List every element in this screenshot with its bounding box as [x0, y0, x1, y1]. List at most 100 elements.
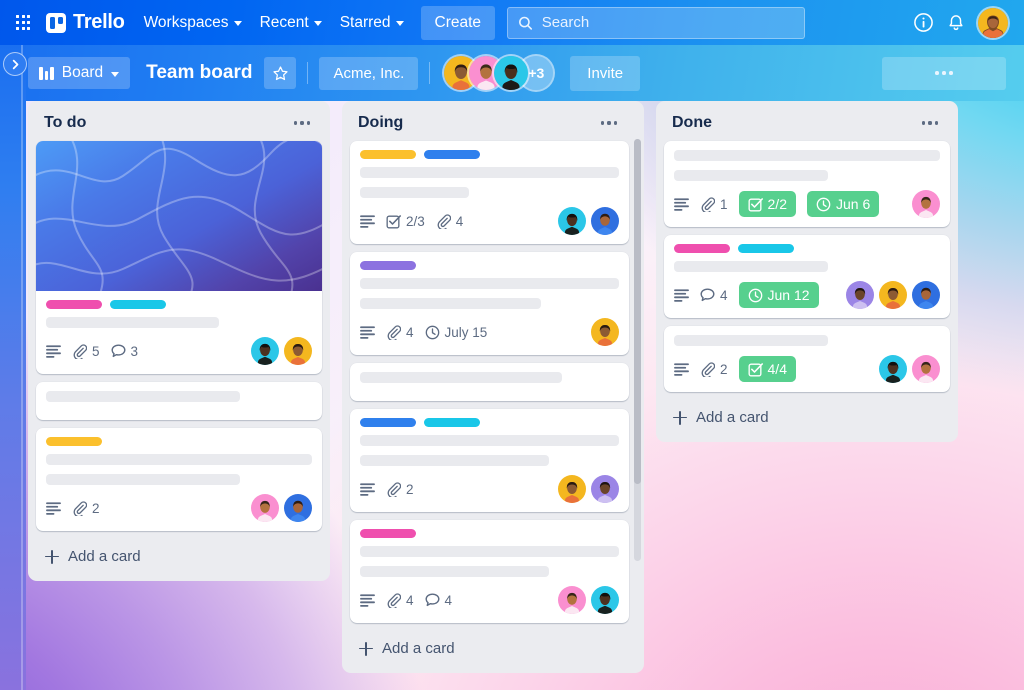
card-label[interactable]: [46, 437, 102, 446]
card-badge-description[interactable]: [360, 482, 375, 496]
nav-workspaces[interactable]: Workspaces: [135, 8, 251, 38]
card-body: 1 2/2 Jun 6: [664, 141, 950, 227]
add-card-button[interactable]: Add a card: [664, 397, 950, 437]
info-circle-icon[interactable]: [913, 12, 934, 33]
card-label[interactable]: [46, 300, 102, 309]
list-title[interactable]: Done: [672, 114, 712, 132]
assignee-avatar[interactable]: [591, 586, 619, 614]
assignee-avatar[interactable]: [284, 337, 312, 365]
card-badge-description[interactable]: [46, 344, 61, 358]
add-card-button[interactable]: Add a card: [36, 536, 322, 576]
card-label[interactable]: [360, 418, 416, 427]
card-label[interactable]: [360, 150, 416, 159]
assignee-avatar[interactable]: [591, 318, 619, 346]
board-view-selector[interactable]: Board: [28, 57, 131, 89]
assignee-avatar[interactable]: [912, 355, 940, 383]
card-label[interactable]: [360, 529, 416, 538]
search-input[interactable]: [541, 14, 795, 31]
add-card-button[interactable]: Add a card: [350, 628, 629, 668]
list-menu-button[interactable]: [918, 117, 942, 128]
list-menu-button[interactable]: [290, 117, 314, 128]
assignee-avatar[interactable]: [558, 475, 586, 503]
card-badge-attachment[interactable]: 2: [72, 501, 100, 516]
workspace-name-chip[interactable]: Acme, Inc.: [319, 56, 419, 90]
list-title[interactable]: Doing: [358, 114, 403, 132]
card-badge-comment[interactable]: 4: [700, 288, 728, 303]
card-badge-comment[interactable]: 3: [111, 344, 138, 359]
assignee-avatar[interactable]: [284, 494, 312, 522]
header-divider: [307, 62, 309, 84]
card-badge-description[interactable]: [674, 288, 689, 302]
card-badge-description[interactable]: [360, 593, 375, 607]
assignee-avatar[interactable]: [912, 190, 940, 218]
card-badge-attachment[interactable]: 4: [436, 214, 463, 229]
list-menu-button[interactable]: [597, 117, 621, 128]
assignee-avatar[interactable]: [591, 475, 619, 503]
card-footer: 1 2/2 Jun 6: [674, 190, 940, 218]
card-badge-description[interactable]: [360, 214, 375, 228]
card-badge-description[interactable]: [46, 501, 61, 515]
nav-recent[interactable]: Recent: [251, 8, 331, 38]
assignee-avatar[interactable]: [251, 494, 279, 522]
card-label[interactable]: [738, 244, 794, 253]
assignee-avatar[interactable]: [558, 586, 586, 614]
card-badge-attachment[interactable]: 4: [386, 325, 414, 340]
card-badge-comment[interactable]: 4: [425, 593, 452, 608]
assignee-avatar[interactable]: [558, 207, 586, 235]
card-badge-checklist[interactable]: 2/2: [738, 191, 796, 217]
card-badge-attachment[interactable]: 1: [700, 197, 728, 212]
card-assignees: [591, 318, 619, 346]
card-badge-attachment[interactable]: 5: [72, 344, 100, 359]
assignee-avatar[interactable]: [846, 281, 874, 309]
invite-button[interactable]: Invite: [570, 55, 641, 91]
nav-starred[interactable]: Starred: [331, 8, 413, 38]
board-card[interactable]: 5 3: [36, 141, 322, 374]
assignee-avatar[interactable]: [912, 281, 940, 309]
star-board-button[interactable]: [264, 57, 297, 89]
account-avatar[interactable]: [978, 7, 1008, 38]
card-assignees: [251, 494, 312, 522]
list-scrollbar[interactable]: [634, 139, 641, 561]
assignee-avatar[interactable]: [591, 207, 619, 235]
card-badge-description[interactable]: [674, 197, 689, 211]
board-card[interactable]: 2/3 4: [350, 141, 629, 244]
card-badge-clock[interactable]: Jun 12: [738, 282, 819, 308]
board-card[interactable]: 4 July 15: [350, 252, 629, 355]
card-badge-checklist[interactable]: 4/4: [738, 356, 796, 382]
card-badge-description[interactable]: [360, 325, 375, 339]
create-button[interactable]: Create: [420, 5, 496, 40]
search-box[interactable]: [507, 6, 806, 39]
card-badge-attachment[interactable]: 2: [700, 362, 728, 377]
board-card[interactable]: 2: [350, 409, 629, 512]
checklist-icon: [386, 214, 401, 229]
board-card[interactable]: 4 Jun 12: [664, 235, 950, 318]
board-card[interactable]: 2: [36, 428, 322, 531]
card-label[interactable]: [360, 261, 416, 270]
card-badge-attachment[interactable]: 2: [386, 482, 414, 497]
card-badge-attachment[interactable]: 4: [386, 593, 414, 608]
badge-text: 5: [92, 343, 100, 359]
badge-text: 4: [406, 592, 414, 608]
bell-icon[interactable]: [946, 13, 966, 33]
assignee-avatar[interactable]: [251, 337, 279, 365]
card-badge-clock[interactable]: Jun 6: [806, 191, 880, 217]
card-badge-clock[interactable]: July 15: [425, 325, 487, 340]
board-card[interactable]: [350, 363, 629, 401]
board-card[interactable]: [36, 382, 322, 420]
assignee-avatar[interactable]: [879, 281, 907, 309]
card-label[interactable]: [110, 300, 166, 309]
board-card[interactable]: 4 4: [350, 520, 629, 623]
trello-logo[interactable]: Trello: [46, 11, 125, 34]
board-menu-button[interactable]: [882, 56, 1006, 90]
board-card[interactable]: 2 4/4: [664, 326, 950, 392]
assignee-avatar[interactable]: [879, 355, 907, 383]
card-label[interactable]: [424, 150, 480, 159]
board-card[interactable]: 1 2/2 Jun 6: [664, 141, 950, 227]
card-badge-description[interactable]: [674, 362, 689, 376]
grid-apps-icon[interactable]: [8, 8, 38, 38]
card-label[interactable]: [424, 418, 480, 427]
card-label[interactable]: [674, 244, 730, 253]
card-badge-checklist[interactable]: 2/3: [386, 214, 425, 229]
sidebar-expand-button[interactable]: [3, 52, 27, 76]
list-title[interactable]: To do: [44, 114, 86, 132]
